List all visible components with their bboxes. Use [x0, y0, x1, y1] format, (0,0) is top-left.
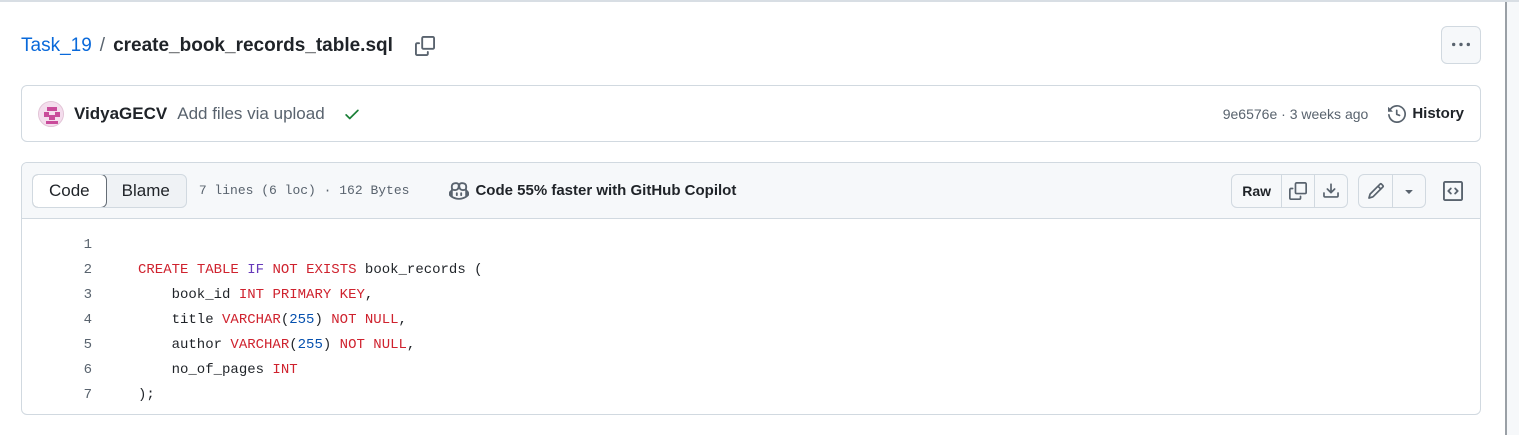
- more-options-button[interactable]: [1441, 26, 1481, 64]
- code-line: 3 book_id INT PRIMARY KEY,: [22, 282, 1480, 307]
- line-number[interactable]: 3: [22, 287, 92, 303]
- line-content: );: [138, 386, 155, 403]
- identicon-icon: [39, 101, 63, 126]
- line-number[interactable]: 7: [22, 387, 92, 403]
- code-line: 7);: [22, 382, 1480, 407]
- copilot-promo-link[interactable]: Code 55% faster with GitHub Copilot: [449, 181, 736, 201]
- file-header: Code Blame 7 lines (6 loc) · 162 Bytes C…: [22, 163, 1480, 219]
- page: Task_19 / create_book_records_table.sql: [0, 0, 1519, 435]
- check-icon: [344, 109, 359, 119]
- line-number[interactable]: 4: [22, 312, 92, 328]
- history-label: History: [1412, 105, 1464, 122]
- code-line: 1: [22, 232, 1480, 257]
- breadcrumb-separator: /: [99, 35, 106, 56]
- line-content: title VARCHAR(255) NOT NULL,: [138, 311, 407, 328]
- download-button[interactable]: [1314, 174, 1347, 207]
- copilot-icon: [449, 181, 470, 200]
- code-line: 2 CREATE TABLE IF NOT EXISTS book_records…: [22, 257, 1480, 282]
- commit-time: 3 weeks ago: [1289, 105, 1369, 122]
- edit-button[interactable]: [1359, 175, 1392, 207]
- tab-code[interactable]: Code: [32, 174, 107, 207]
- copy-path-button[interactable]: [411, 32, 439, 60]
- breadcrumb: Task_19 / create_book_records_table.sql: [21, 30, 439, 62]
- view-toggle: Code Blame: [32, 173, 187, 208]
- commit-dot: ·: [1281, 105, 1286, 122]
- code-line: 6 no_of_pages INT: [22, 357, 1480, 382]
- copy-raw-button[interactable]: [1281, 174, 1314, 207]
- line-number[interactable]: 6: [22, 362, 92, 378]
- copy-icon: [1289, 181, 1307, 200]
- breadcrumb-repo-link[interactable]: Task_19: [21, 35, 92, 57]
- line-content: no_of_pages INT: [138, 361, 298, 378]
- edit-dropdown-button[interactable]: [1392, 174, 1425, 207]
- commit-sha-link[interactable]: 9e6576e: [1223, 106, 1278, 122]
- copilot-promo-text: Code 55% faster with GitHub Copilot: [475, 182, 737, 199]
- commit-meta: 9e6576e · 3 weeks ago History: [1223, 104, 1464, 123]
- raw-copy-download-group: Raw: [1231, 173, 1348, 208]
- breadcrumb-file-name: create_book_records_table.sql: [113, 35, 393, 56]
- line-number[interactable]: 1: [22, 237, 92, 253]
- pencil-icon: [1367, 182, 1384, 199]
- raw-button[interactable]: Raw: [1232, 175, 1281, 207]
- line-content: CREATE TABLE IF NOT EXISTS book_records …: [138, 261, 483, 278]
- copy-icon: [414, 36, 435, 56]
- code-line: 5 author VARCHAR(255) NOT NULL,: [22, 332, 1480, 357]
- commit-sha-time: 9e6576e · 3 weeks ago: [1223, 106, 1369, 122]
- history-icon: [1388, 104, 1407, 123]
- line-content: author VARCHAR(255) NOT NULL,: [138, 336, 416, 353]
- edit-group: [1358, 173, 1426, 208]
- line-content: book_id INT PRIMARY KEY,: [138, 286, 374, 303]
- latest-commit-box: VidyaGECV Add files via upload 9e6576e ·…: [21, 85, 1481, 142]
- symbols-icon: [1443, 180, 1463, 201]
- check-status[interactable]: [343, 105, 361, 123]
- commit-message-link[interactable]: Add files via upload: [177, 104, 324, 124]
- file-actions: Raw: [1231, 173, 1470, 208]
- download-icon: [1323, 182, 1339, 198]
- symbols-panel-button[interactable]: [1436, 174, 1470, 208]
- code-view: 1 2 CREATE TABLE IF NOT EXISTS book_record…: [22, 219, 1480, 407]
- history-button[interactable]: History: [1388, 104, 1464, 123]
- avatar[interactable]: [38, 100, 64, 127]
- file-viewer: Code Blame 7 lines (6 loc) · 162 Bytes C…: [21, 162, 1481, 415]
- line-number[interactable]: 2: [22, 262, 92, 278]
- scrollbar[interactable]: [1505, 2, 1519, 435]
- kebab-icon: [1452, 42, 1470, 47]
- commit-author-link[interactable]: VidyaGECV: [74, 104, 167, 124]
- code-line: 4 title VARCHAR(255) NOT NULL,: [22, 307, 1480, 332]
- tab-blame[interactable]: Blame: [106, 175, 186, 207]
- line-number[interactable]: 5: [22, 337, 92, 353]
- file-meta: 7 lines (6 loc) · 162 Bytes: [198, 183, 410, 198]
- triangle-down-icon: [1405, 189, 1413, 194]
